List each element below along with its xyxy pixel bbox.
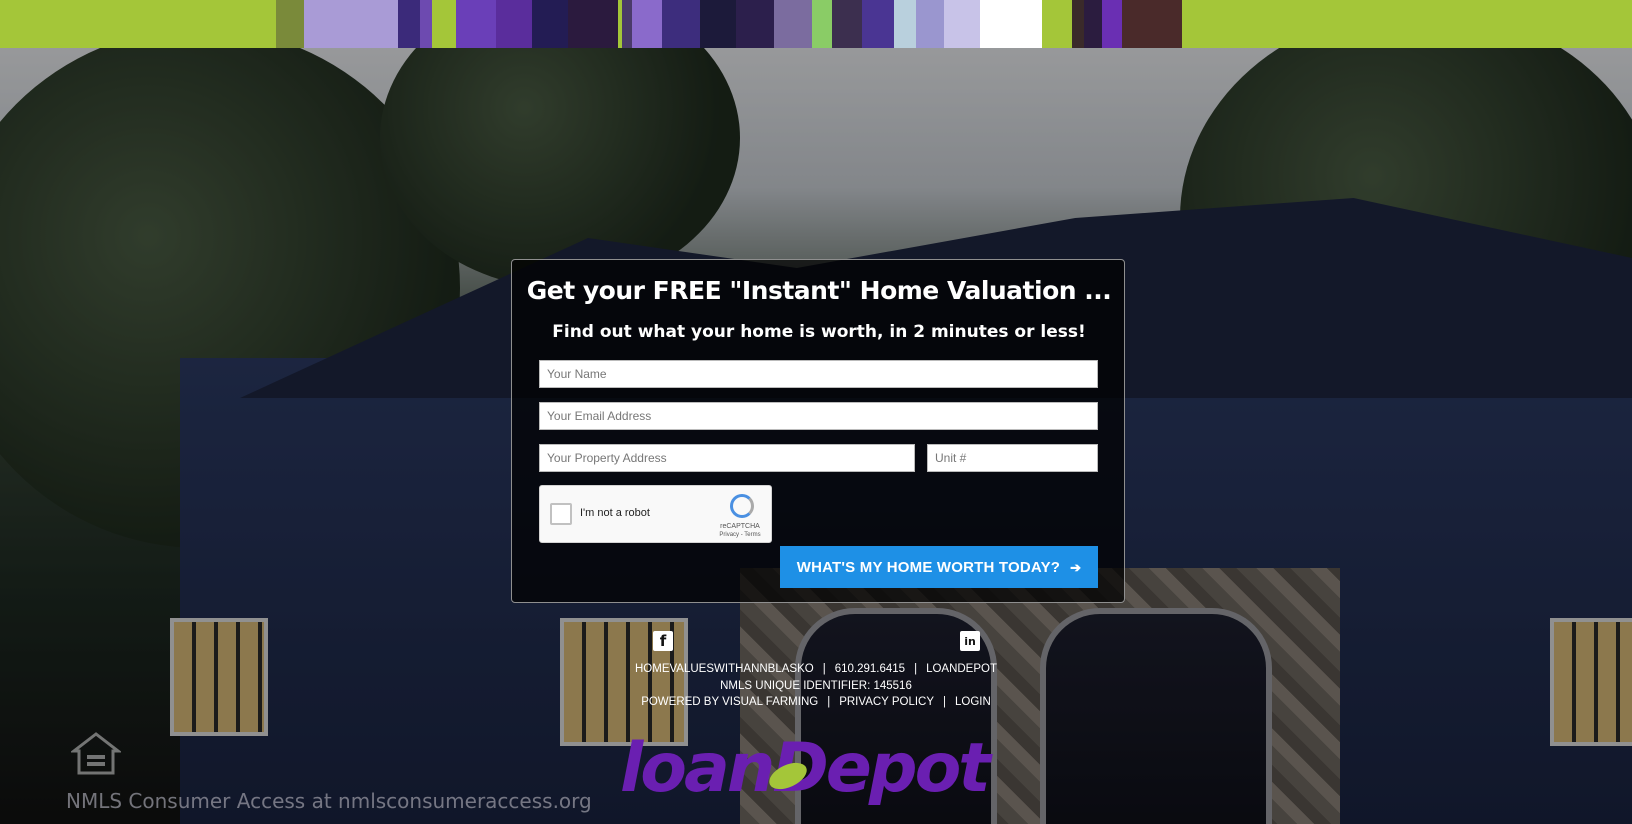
powered-by-link[interactable]: POWERED BY VISUAL FARMING [641, 696, 818, 708]
unit-input[interactable] [927, 444, 1098, 472]
logo-text-loan: loan [620, 729, 775, 808]
stripe-segment [304, 0, 398, 48]
recaptcha-label: I'm not a robot [580, 507, 650, 519]
property-address-input[interactable] [539, 444, 915, 472]
valuation-form-card: Get your FREE "Instant" Home Valuation .… [511, 259, 1125, 603]
stripe-segment [432, 0, 456, 48]
stripe-segment [456, 0, 496, 48]
stripe-segment [632, 0, 662, 48]
stripe-segment [736, 0, 774, 48]
stripe-segment [1084, 0, 1102, 48]
footer-separator: | [822, 663, 826, 675]
arrow-right-icon: ➔ [1070, 559, 1082, 575]
footer-separator: | [914, 663, 918, 675]
email-input[interactable] [539, 402, 1098, 430]
name-input[interactable] [539, 360, 1098, 388]
recaptcha-links[interactable]: Privacy - Terms [710, 532, 770, 538]
stripe-segment [700, 0, 736, 48]
stripe-segment [1182, 0, 1558, 48]
stripe-segment [568, 0, 618, 48]
footer-separator: | [943, 696, 947, 708]
stripe-segment [398, 0, 420, 48]
stripe-segment [980, 0, 1042, 48]
footer-company-link[interactable]: LOANDEPOT [926, 663, 997, 675]
login-link[interactable]: LOGIN [955, 696, 991, 708]
stripe-segment [1102, 0, 1122, 48]
stripe-segment [832, 0, 862, 48]
stripe-segment [1072, 0, 1084, 48]
stripe-segment [420, 0, 432, 48]
form-title: Get your FREE "Instant" Home Valuation .… [526, 276, 1112, 305]
stripe-segment [894, 0, 916, 48]
linkedin-icon[interactable]: in [960, 631, 980, 651]
facebook-icon[interactable]: f [653, 631, 673, 651]
stripe-segment [622, 0, 632, 48]
footer-contact-line: HOMEVALUESWITHANNBLASKO | 610.291.6415 | LOA… [0, 663, 1632, 675]
top-stripe-banner [0, 0, 1632, 48]
stripe-segment [276, 0, 304, 48]
stripe-segment [1042, 0, 1072, 48]
stripe-segment [916, 0, 944, 48]
stripe-segment [862, 0, 894, 48]
submit-button[interactable]: WHAT'S MY HOME WORTH TODAY? ➔ [780, 546, 1098, 588]
nmls-consumer-access[interactable]: NMLS Consumer Access at nmlsconsumeracce… [66, 789, 592, 813]
loandepot-logo[interactable]: loanDepot [620, 735, 991, 803]
submit-button-label: WHAT'S MY HOME WORTH TODAY? [796, 558, 1061, 576]
privacy-policy-link[interactable]: PRIVACY POLICY [839, 696, 934, 708]
recaptcha-checkbox[interactable] [550, 503, 572, 525]
recaptcha-icon [730, 494, 754, 518]
stripe-segment [812, 0, 832, 48]
equal-housing-icon [71, 732, 121, 775]
footer-links-line: POWERED BY VISUAL FARMING | PRIVACY POLICY… [0, 696, 1632, 708]
footer-site-link[interactable]: HOMEVALUESWITHANNBLASKO [635, 663, 814, 675]
footer-nmls: NMLS UNIQUE IDENTIFIER: 145516 [720, 680, 912, 692]
recaptcha-widget: I'm not a robot reCAPTCHA Privacy - Term… [539, 485, 772, 543]
stripe-segment [662, 0, 700, 48]
stripe-segment [0, 0, 276, 48]
stripe-segment [496, 0, 532, 48]
recaptcha-brand: reCAPTCHA [720, 523, 760, 530]
footer-phone-link[interactable]: 610.291.6415 [835, 663, 905, 675]
stripe-segment [1122, 0, 1182, 48]
stripe-segment [532, 0, 568, 48]
stripe-segment [944, 0, 980, 48]
footer-separator: | [827, 696, 831, 708]
form-subtitle: Find out what your home is worth, in 2 m… [552, 322, 1086, 342]
stripe-segment [774, 0, 812, 48]
